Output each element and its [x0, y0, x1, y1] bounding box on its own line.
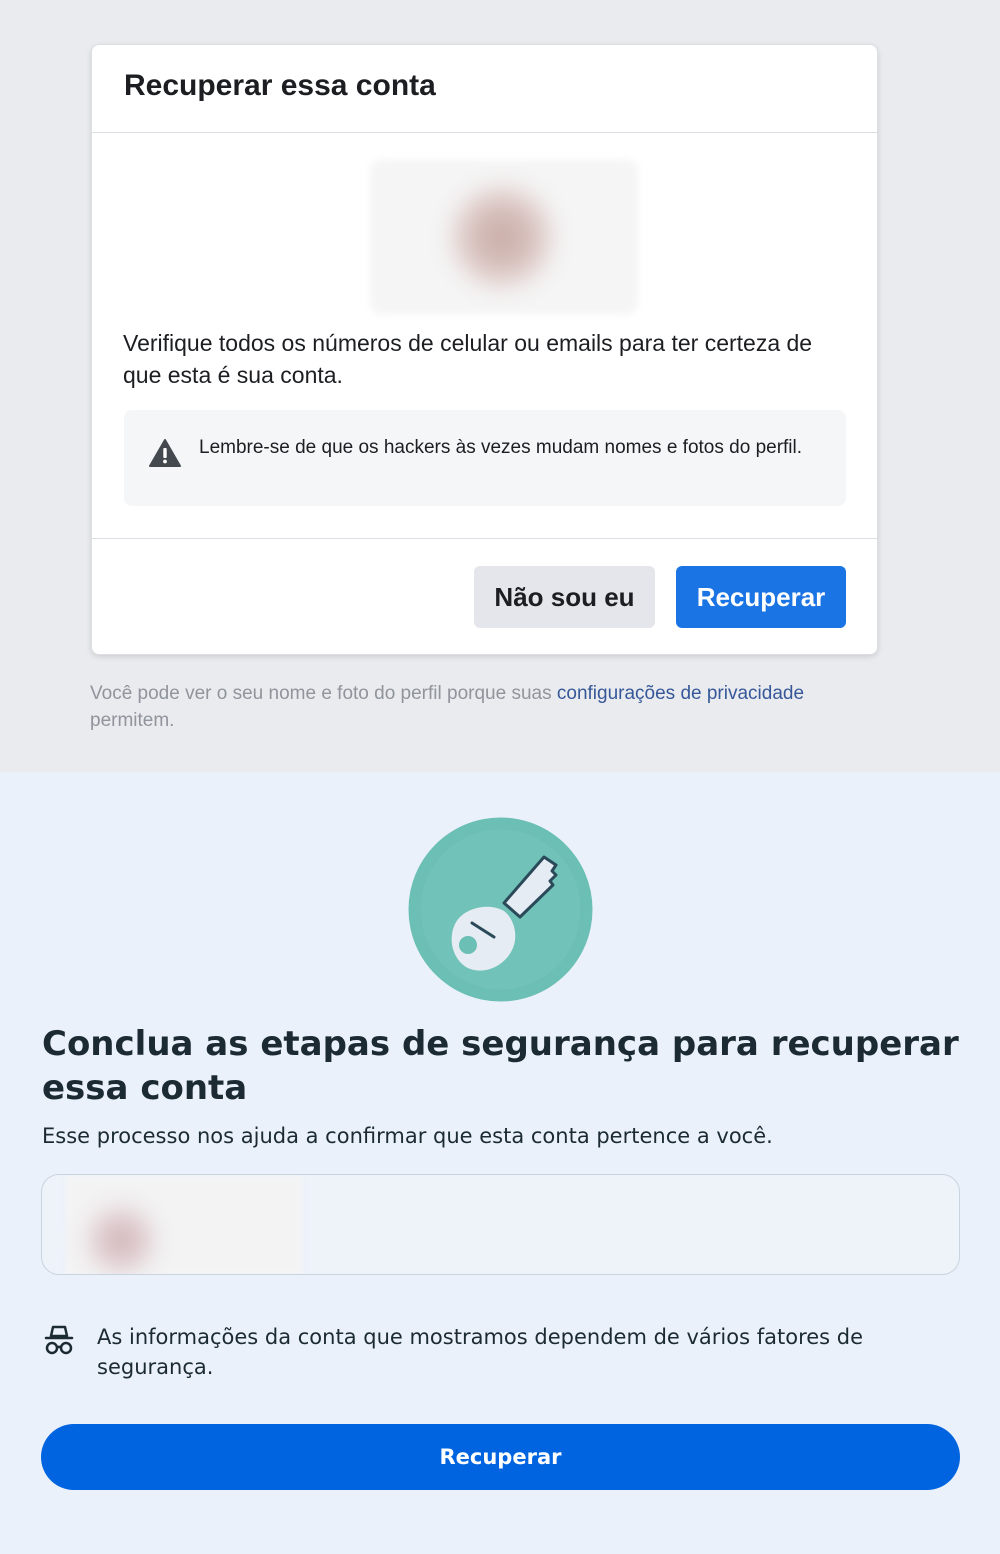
warning-text: Lembre-se de que os hackers às vezes mud… [199, 437, 803, 458]
warning-icon [149, 439, 181, 467]
security-info-text: As informações da conta que mostramos de… [97, 1325, 864, 1379]
divider [92, 538, 877, 539]
privacy-note: Você pode ver o seu nome e foto do perfi… [90, 680, 890, 734]
bottom-section: Conclua as etapas de segurança para recu… [0, 772, 1000, 1554]
recover-account-dialog: Recuperar essa conta Verifique todos os … [91, 44, 878, 655]
recover-button-primary[interactable]: Recuperar [41, 1424, 960, 1490]
divider [92, 132, 877, 133]
recover-button[interactable]: Recuperar [676, 566, 846, 628]
profile-photo-blurred [370, 160, 638, 314]
security-title: Conclua as etapas de segurança para recu… [42, 1024, 959, 1108]
privacy-text-after: permitem. [90, 710, 175, 731]
security-subtitle: Esse processo nos ajuda a confirmar que … [42, 1124, 773, 1148]
account-info-blurred [66, 1175, 302, 1274]
not-me-button[interactable]: Não sou eu [474, 566, 655, 628]
top-section: Recuperar essa conta Verifique todos os … [0, 0, 1000, 772]
dialog-title: Recuperar essa conta [124, 69, 436, 102]
privacy-settings-link[interactable]: configurações de privacidade [557, 683, 804, 704]
verify-text: Verifique todos os números de celular ou… [123, 330, 813, 388]
warning-box: Lembre-se de que os hackers às vezes mud… [124, 410, 846, 506]
incognito-icon [44, 1325, 74, 1355]
privacy-text-before: Você pode ver o seu nome e foto do perfi… [90, 683, 557, 704]
account-card[interactable] [41, 1174, 960, 1275]
key-icon [408, 817, 593, 1002]
